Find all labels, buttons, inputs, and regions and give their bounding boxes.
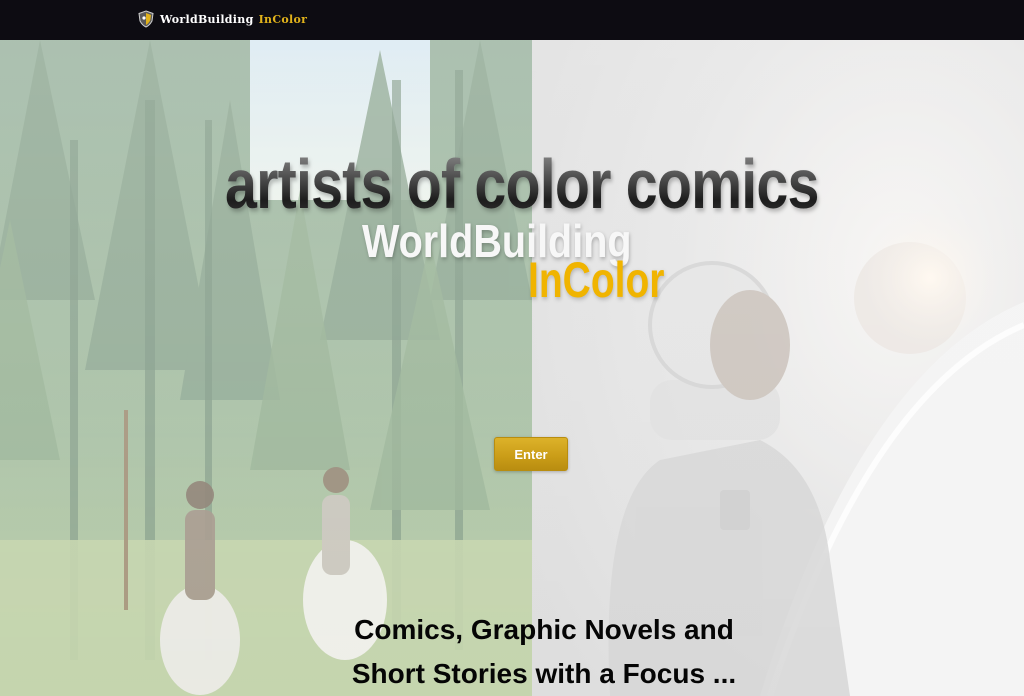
shield-logo-icon	[138, 10, 154, 28]
top-navigation-bar: WorldBuilding InColor	[0, 0, 1024, 40]
brand-wordmark: WorldBuilding InColor	[160, 13, 307, 26]
hero-background-image	[0, 40, 1024, 696]
hero-subtitle-incolor: InColor	[528, 252, 665, 308]
brand-name-main: WorldBuilding	[160, 12, 254, 26]
tagline-line-2: Short Stories with a Focus ...	[351, 658, 737, 689]
tagline-line-1: Comics, Graphic Novels and	[354, 614, 734, 645]
brand-logo-link[interactable]: WorldBuilding InColor	[138, 10, 307, 28]
hero-tagline: Comics, Graphic Novels and Short Stories…	[296, 608, 792, 696]
hero-headline: artists of color comics	[92, 144, 951, 224]
hero-section: artists of color comics WorldBuilding In…	[0, 40, 1024, 696]
enter-button[interactable]: Enter	[494, 437, 568, 471]
brand-name-accent: InColor	[258, 12, 308, 26]
